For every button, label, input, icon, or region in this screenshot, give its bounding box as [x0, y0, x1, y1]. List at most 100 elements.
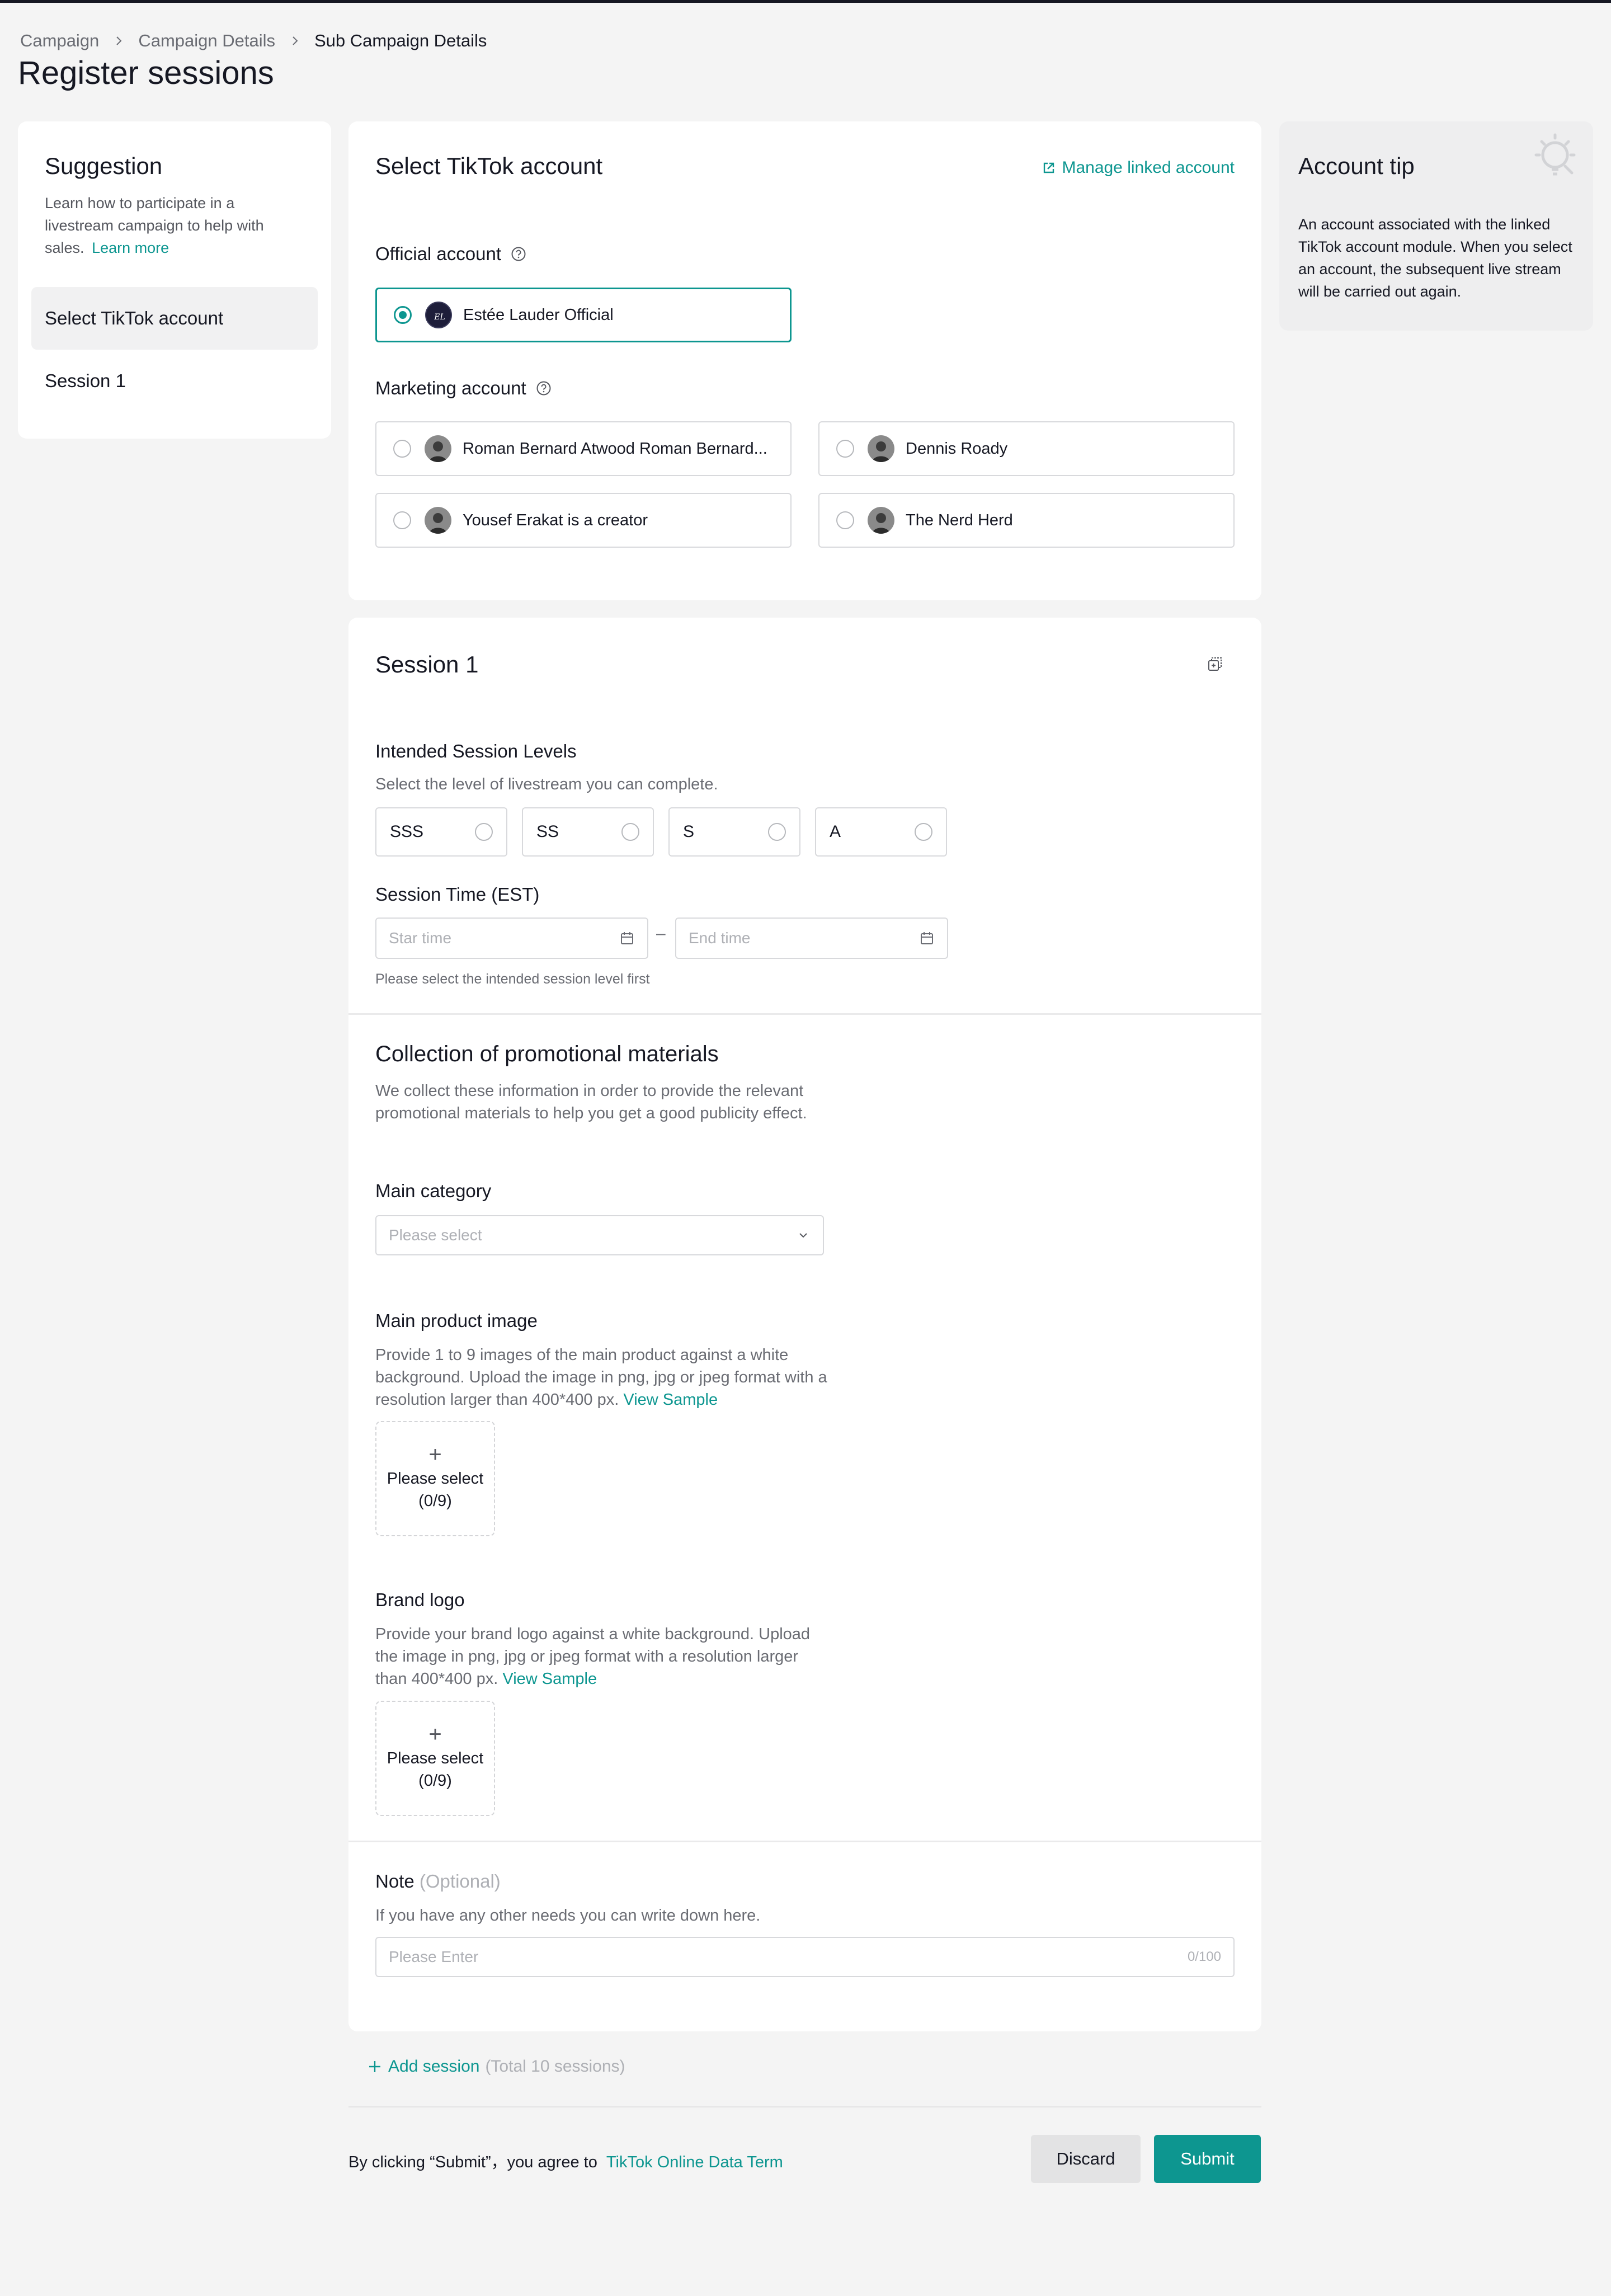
chevron-right-icon [293, 36, 298, 45]
level-option-ss[interactable]: SS [522, 807, 654, 857]
session-time-hint: Please select the intended session level… [375, 971, 650, 987]
avatar [425, 435, 451, 462]
calendar-icon [621, 932, 633, 944]
upload-count: (0/9) [418, 1772, 452, 1790]
page-title: Register sessions [18, 55, 274, 91]
discard-button[interactable]: Discard [1031, 2135, 1141, 2183]
note-optional: (Optional) [419, 1871, 501, 1892]
main-product-image-label: Main product image [375, 1310, 538, 1331]
calendar-icon [921, 932, 933, 944]
data-term-link[interactable]: TikTok Online Data Term [606, 2153, 783, 2171]
marketing-account-option[interactable]: Dennis Roady [818, 421, 1235, 476]
marketing-account-option[interactable]: Yousef Erakat is a creator [375, 493, 792, 548]
note-label-text: Note [375, 1871, 414, 1892]
suggestion-card: Suggestion Learn how to participate in a… [18, 121, 331, 439]
avatar [425, 507, 451, 534]
manage-linked-account-link[interactable]: Manage linked account [1042, 158, 1235, 177]
select-account-title: Select TikTok account [375, 153, 603, 179]
level-option-s[interactable]: S [668, 807, 800, 857]
session-title: Session 1 [375, 651, 479, 677]
note-placeholder: Please Enter [389, 1948, 479, 1965]
note-desc: If you have any other needs you can writ… [375, 1907, 761, 1925]
brand-logo-desc: Provide your brand logo against a white … [375, 1623, 834, 1690]
select-account-card: Select TikTok account Manage linked acco… [348, 121, 1261, 600]
end-time-input[interactable]: End time [675, 918, 948, 959]
submit-button[interactable]: Submit [1154, 2135, 1261, 2183]
level-option-sss[interactable]: SSS [375, 807, 507, 857]
divider [348, 2106, 1261, 2107]
main-category-select[interactable]: Please select [375, 1215, 824, 1255]
upload-label: Please select [387, 1749, 484, 1767]
main-product-image-desc: Provide 1 to 9 images of the main produc… [375, 1344, 834, 1411]
svg-text:EL: EL [434, 313, 445, 322]
help-icon[interactable] [511, 246, 526, 262]
radio[interactable] [393, 440, 411, 458]
breadcrumb-campaign-details[interactable]: Campaign Details [138, 31, 275, 51]
avatar [868, 435, 894, 462]
level-label: SSS [390, 822, 424, 841]
radio-selected[interactable] [394, 306, 412, 324]
suggestion-title: Suggestion [45, 153, 163, 179]
account-tip-body: An account associated with the linked Ti… [1298, 216, 1572, 300]
plus-icon: + [428, 1722, 442, 1747]
radio[interactable] [768, 823, 786, 841]
account-tip-title: Account tip [1298, 153, 1415, 179]
account-name: Yousef Erakat is a creator [463, 511, 648, 529]
radio[interactable] [475, 823, 493, 841]
session-levels-desc: Select the level of livestream you can c… [375, 775, 718, 793]
main-category-label: Main category [375, 1180, 492, 1201]
copy-icon[interactable] [1207, 656, 1223, 672]
help-icon[interactable] [536, 380, 552, 396]
end-time-placeholder: End time [689, 929, 751, 947]
main-product-image-desc-text: Provide 1 to 9 images of the main produc… [375, 1346, 827, 1409]
official-account-label: Official account [375, 243, 526, 265]
level-option-a[interactable]: A [815, 807, 947, 857]
marketing-account-label-text: Marketing account [375, 378, 526, 398]
add-session-total: (Total 10 sessions) [485, 2057, 625, 2076]
radio[interactable] [915, 823, 932, 841]
plus-icon [369, 2061, 380, 2072]
learn-more-link[interactable]: Learn more [92, 239, 169, 256]
marketing-account-option[interactable]: Roman Bernard Atwood Roman Bernard... [375, 421, 792, 476]
divider [348, 1841, 1261, 1842]
time-separator: – [656, 924, 666, 943]
radio[interactable] [836, 440, 854, 458]
plus-icon: + [428, 1442, 442, 1467]
start-time-placeholder: Star time [389, 929, 452, 947]
session-card: Session 1 Intended Session Levels Select… [348, 618, 1261, 2031]
account-tip-card: Account tip An account associated with t… [1279, 121, 1593, 331]
main-category-placeholder: Please select [389, 1226, 482, 1244]
divider [348, 1013, 1261, 1015]
promo-title: Collection of promotional materials [375, 1042, 719, 1066]
main-product-image-upload[interactable]: + Please select (0/9) [375, 1421, 495, 1536]
account-name: Dennis Roady [906, 439, 1008, 458]
breadcrumb-current: Sub Campaign Details [314, 31, 487, 50]
add-session-button[interactable]: Add session (Total 10 sessions) [367, 2057, 625, 2076]
nav-item-session-1[interactable]: Session 1 [31, 350, 318, 412]
session-time-label: Session Time (EST) [375, 884, 540, 905]
promo-desc: We collect these information in order to… [375, 1082, 807, 1122]
official-account-option[interactable]: EL Estée Lauder Official [375, 288, 792, 342]
radio[interactable] [836, 511, 854, 529]
account-name: The Nerd Herd [906, 511, 1013, 529]
agreement-prefix: By clicking “Submit”，you agree to [348, 2153, 597, 2171]
marketing-account-option[interactable]: The Nerd Herd [818, 493, 1235, 548]
nav-item-select-account[interactable]: Select TikTok account [31, 287, 318, 350]
upload-label: Please select [387, 1470, 484, 1488]
note-input[interactable]: Please Enter 0/100 [375, 1937, 1235, 1977]
radio[interactable] [393, 511, 411, 529]
brand-logo-label: Brand logo [375, 1589, 465, 1610]
manage-linked-account-label: Manage linked account [1062, 158, 1235, 177]
radio[interactable] [621, 823, 639, 841]
brand-logo-upload[interactable]: + Please select (0/9) [375, 1701, 495, 1816]
start-time-input[interactable]: Star time [375, 918, 648, 959]
avatar: EL [425, 302, 452, 328]
chevron-right-icon [116, 36, 122, 45]
view-sample-link[interactable]: View Sample [502, 1670, 597, 1688]
account-name: Estée Lauder Official [463, 305, 614, 324]
level-label: A [830, 822, 841, 841]
suggestion-desc: Learn how to participate in a livestream… [45, 192, 291, 259]
upload-count: (0/9) [418, 1492, 452, 1510]
breadcrumb-campaign[interactable]: Campaign [20, 31, 99, 51]
view-sample-link[interactable]: View Sample [623, 1391, 718, 1409]
